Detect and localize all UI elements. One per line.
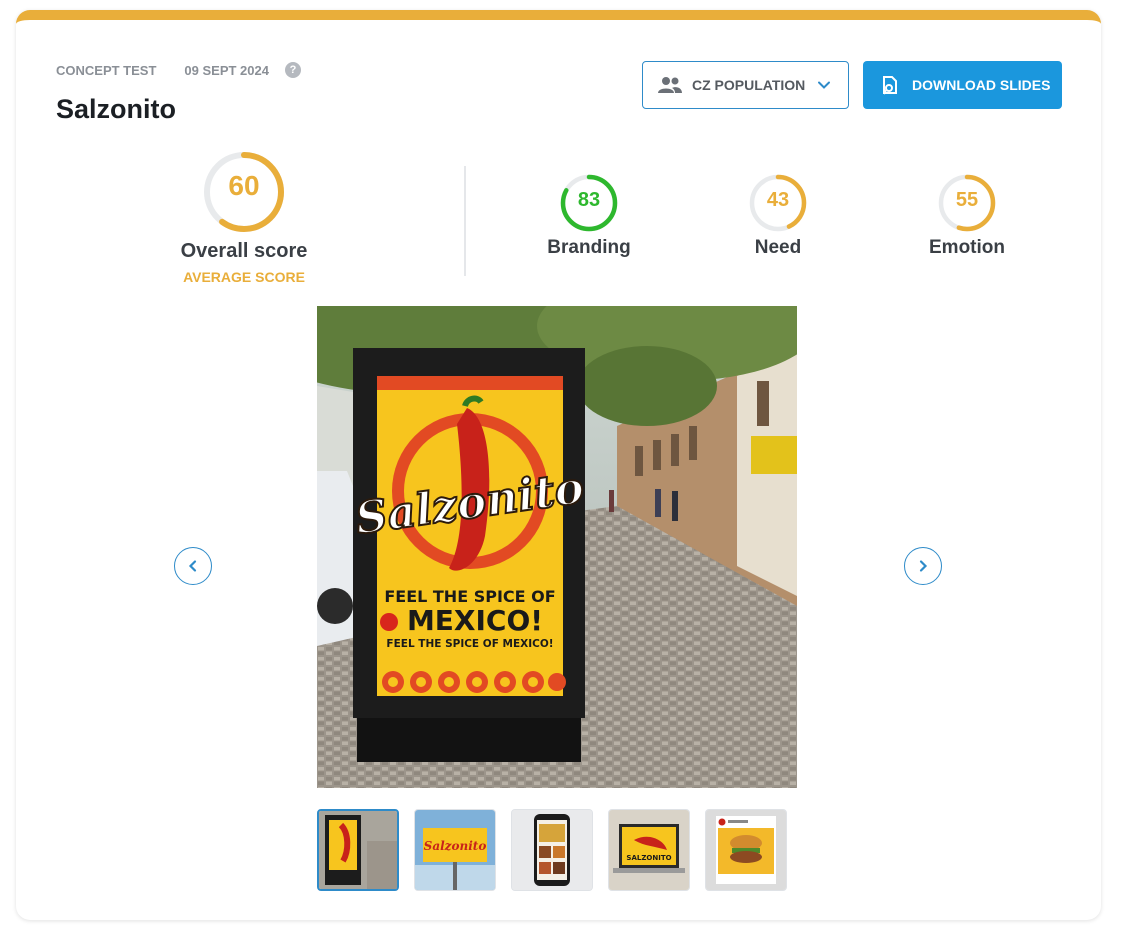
poster-headline-big: MEXICO! <box>407 604 543 637</box>
branding-score-label: Branding <box>547 237 631 258</box>
need-score-value: 43 <box>766 189 790 211</box>
overall-score-value: 60 <box>228 170 260 201</box>
creative-main-image: Salzonito FEEL THE SPICE OF MEXICO! FEEL… <box>317 306 797 788</box>
thumbnail-billboard-brand: Salzonito <box>424 839 487 853</box>
need-score: 43 Need <box>718 173 838 259</box>
thumbnail-billboard[interactable]: Salzonito <box>414 809 496 891</box>
thumbnail-street-poster[interactable] <box>317 809 399 891</box>
thumbnail-strip: Salzonito SALZONITO <box>317 809 787 891</box>
overall-score-label: Overall score <box>180 240 308 262</box>
emotion-score-value: 55 <box>955 189 979 211</box>
people-icon <box>658 77 682 93</box>
population-dropdown[interactable]: CZ POPULATION <box>642 61 849 109</box>
emotion-score: 55 Emotion <box>907 173 1027 259</box>
population-label: CZ POPULATION <box>692 77 806 93</box>
download-label: DOWNLOAD SLIDES <box>912 77 1051 93</box>
thumbnail-phone[interactable] <box>511 809 593 891</box>
thumbnail-social-post[interactable] <box>705 809 787 891</box>
page-title: Salzonito <box>56 94 176 124</box>
need-score-label: Need <box>754 237 802 258</box>
overall-score-rating: AVERAGE SCORE <box>183 269 305 285</box>
overall-score: 60 Overall score AVERAGE SCORE <box>166 150 322 285</box>
divider <box>464 166 466 276</box>
question-icon[interactable]: ? <box>284 62 301 78</box>
thumbnail-laptop-brand: SALZONITO <box>626 854 671 862</box>
chevron-down-icon <box>818 81 831 89</box>
next-image-button[interactable] <box>904 547 942 585</box>
test-type-label: CONCEPT TEST <box>56 62 157 78</box>
thumbnail-laptop[interactable]: SALZONITO <box>608 809 690 891</box>
meta-row: CONCEPT TEST 09 SEPT 2024 ? <box>56 62 301 78</box>
download-slides-icon <box>883 76 897 95</box>
download-slides-button[interactable]: DOWNLOAD SLIDES <box>863 61 1062 109</box>
branding-score-value: 83 <box>577 189 601 211</box>
branding-score: 83 Branding <box>529 173 649 259</box>
poster-tagline: FEEL THE SPICE OF MEXICO! <box>386 638 553 650</box>
chevron-right-icon <box>919 560 928 572</box>
concept-test-card: CONCEPT TEST 09 SEPT 2024 ? Salzonito CZ… <box>16 10 1101 920</box>
emotion-score-label: Emotion <box>929 237 1005 258</box>
chevron-left-icon <box>188 560 197 572</box>
previous-image-button[interactable] <box>174 547 212 585</box>
test-date: 09 SEPT 2024 <box>184 62 269 78</box>
